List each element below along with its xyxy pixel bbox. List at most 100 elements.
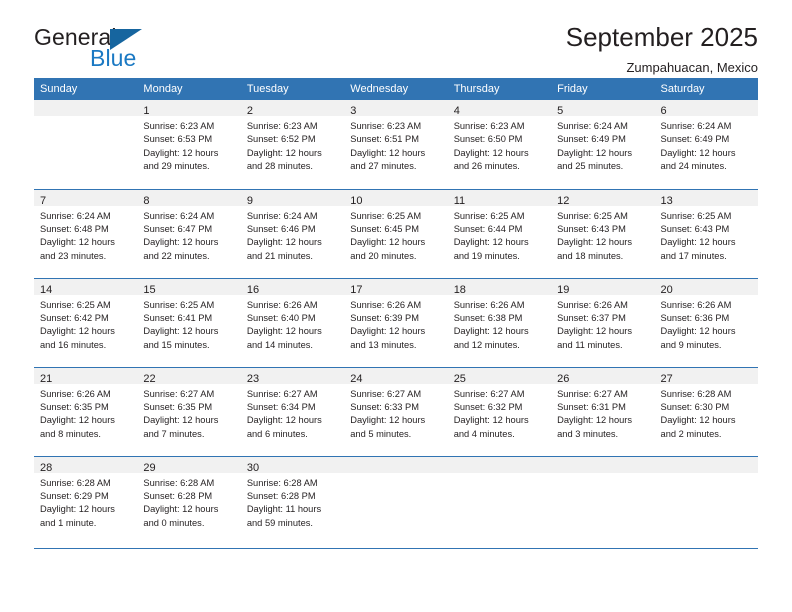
daylight-text-line2: and 28 minutes. bbox=[246, 161, 313, 172]
daylight-text-line2: and 14 minutes. bbox=[246, 339, 313, 350]
day-cell[interactable]: 14 Sunrise: 6:25 AM Sunset: 6:42 PM Dayligh… bbox=[34, 278, 138, 368]
day-cell-content: 30 Sunrise: 6:28 AM Sunset: 6:28 PM Dayligh… bbox=[240, 456, 345, 548]
sunrise-text: Sunrise: 6:24 AM bbox=[246, 210, 318, 221]
daylight-text-line1: Daylight: 12 hours bbox=[453, 326, 529, 337]
day-cell[interactable]: 23 Sunrise: 6:27 AM Sunset: 6:34 PM Dayligh… bbox=[240, 367, 345, 457]
weekday-header-wednesday: Wednesday bbox=[344, 78, 448, 100]
day-cell[interactable]: 20 Sunrise: 6:26 AM Sunset: 6:36 PM Dayligh… bbox=[654, 278, 758, 368]
sunset-text: Sunset: 6:37 PM bbox=[557, 312, 626, 323]
day-number: 19 bbox=[557, 283, 570, 296]
day-cell-content: 14 Sunrise: 6:25 AM Sunset: 6:42 PM Dayligh… bbox=[34, 278, 138, 367]
day-cell-content: 10 Sunrise: 6:25 AM Sunset: 6:45 PM Dayligh… bbox=[344, 189, 448, 278]
day-cell[interactable]: 1 Sunrise: 6:23 AM Sunset: 6:53 PM Daylight… bbox=[137, 100, 241, 190]
day-cell[interactable]: 10 Sunrise: 6:25 AM Sunset: 6:45 PM Dayligh… bbox=[344, 189, 448, 279]
daylight-text-line1: Daylight: 12 hours bbox=[557, 147, 633, 158]
daylight-text-line1: Daylight: 12 hours bbox=[350, 147, 426, 158]
sunrise-text: Sunrise: 6:28 AM bbox=[246, 477, 318, 488]
day-details: Sunrise: 6:27 AM Sunset: 6:33 PM Daylight:… bbox=[344, 384, 447, 442]
week-row: 14 Sunrise: 6:25 AM Sunset: 6:42 PM Dayligh… bbox=[34, 278, 758, 368]
day-details: Sunrise: 6:25 AM Sunset: 6:41 PM Daylight:… bbox=[137, 295, 240, 353]
day-cell[interactable]: 22 Sunrise: 6:27 AM Sunset: 6:35 PM Dayligh… bbox=[137, 367, 241, 457]
day-cell[interactable]: 3 Sunrise: 6:23 AM Sunset: 6:51 PM Daylight… bbox=[344, 100, 448, 190]
day-number-strip bbox=[34, 100, 138, 116]
daylight-text-line2: and 12 minutes. bbox=[453, 339, 520, 350]
day-cell[interactable]: 2 Sunrise: 6:23 AM Sunset: 6:52 PM Daylight… bbox=[240, 100, 345, 190]
day-cell-empty bbox=[34, 100, 138, 190]
day-cell[interactable]: 19 Sunrise: 6:26 AM Sunset: 6:37 PM Dayligh… bbox=[551, 278, 655, 368]
day-cell-content: 6 Sunrise: 6:24 AM Sunset: 6:49 PM Daylight… bbox=[654, 100, 758, 189]
sunset-text: Sunset: 6:50 PM bbox=[453, 134, 523, 145]
day-cell[interactable]: 13 Sunrise: 6:25 AM Sunset: 6:43 PM Dayligh… bbox=[654, 189, 758, 279]
day-cell-content: 26 Sunrise: 6:27 AM Sunset: 6:31 PM Dayligh… bbox=[551, 367, 655, 456]
day-cell-content bbox=[34, 100, 138, 189]
day-number: 30 bbox=[246, 461, 260, 474]
daylight-text-line2: and 17 minutes. bbox=[660, 250, 727, 261]
day-cell[interactable]: 7 Sunrise: 6:24 AM Sunset: 6:48 PM Daylight… bbox=[34, 189, 138, 279]
sunrise-text: Sunrise: 6:25 AM bbox=[660, 210, 732, 221]
day-cell-content: 27 Sunrise: 6:28 AM Sunset: 6:30 PM Dayligh… bbox=[654, 367, 758, 456]
week-row: 28 Sunrise: 6:28 AM Sunset: 6:29 PM Dayligh… bbox=[34, 456, 758, 549]
day-cell[interactable]: 27 Sunrise: 6:28 AM Sunset: 6:30 PM Dayligh… bbox=[654, 367, 758, 457]
day-number: 8 bbox=[143, 194, 150, 207]
day-number: 20 bbox=[660, 283, 673, 296]
week-row: 1 Sunrise: 6:23 AM Sunset: 6:53 PM Daylight… bbox=[34, 100, 758, 190]
daylight-text-line1: Daylight: 12 hours bbox=[660, 326, 736, 337]
daylight-text-line1: Daylight: 12 hours bbox=[660, 237, 736, 248]
day-cell[interactable]: 28 Sunrise: 6:28 AM Sunset: 6:29 PM Dayligh… bbox=[34, 456, 138, 549]
day-cell-content: 15 Sunrise: 6:25 AM Sunset: 6:41 PM Dayligh… bbox=[137, 278, 241, 367]
day-cell[interactable]: 21 Sunrise: 6:26 AM Sunset: 6:35 PM Dayligh… bbox=[34, 367, 138, 457]
day-number-strip: 12 bbox=[551, 189, 655, 207]
sunrise-text: Sunrise: 6:25 AM bbox=[453, 210, 525, 221]
sunrise-text: Sunrise: 6:23 AM bbox=[246, 121, 318, 131]
day-cell[interactable]: 6 Sunrise: 6:24 AM Sunset: 6:49 PM Daylight… bbox=[654, 100, 758, 190]
day-cell[interactable]: 8 Sunrise: 6:24 AM Sunset: 6:47 PM Daylight… bbox=[137, 189, 241, 279]
general-blue-logo[interactable]: General Blue bbox=[34, 26, 184, 72]
day-number: 12 bbox=[557, 194, 570, 207]
day-number-strip: 8 bbox=[137, 189, 241, 207]
sunset-text: Sunset: 6:40 PM bbox=[246, 312, 316, 323]
sunset-text: Sunset: 6:42 PM bbox=[40, 312, 109, 323]
daylight-text-line1: Daylight: 12 hours bbox=[453, 147, 529, 158]
day-cell[interactable]: 16 Sunrise: 6:26 AM Sunset: 6:40 PM Dayligh… bbox=[240, 278, 345, 368]
day-cell[interactable]: 24 Sunrise: 6:27 AM Sunset: 6:33 PM Dayligh… bbox=[344, 367, 448, 457]
sunrise-text: Sunrise: 6:27 AM bbox=[246, 388, 318, 399]
day-number-strip: 17 bbox=[344, 278, 448, 296]
daylight-text-line2: and 26 minutes. bbox=[453, 161, 520, 172]
day-details: Sunrise: 6:24 AM Sunset: 6:49 PM Daylight:… bbox=[551, 116, 654, 174]
sunset-text: Sunset: 6:49 PM bbox=[557, 134, 626, 145]
day-number-strip bbox=[344, 456, 448, 473]
day-cell[interactable]: 12 Sunrise: 6:25 AM Sunset: 6:43 PM Dayligh… bbox=[551, 189, 655, 279]
day-cell[interactable]: 9 Sunrise: 6:24 AM Sunset: 6:46 PM Daylight… bbox=[240, 189, 345, 279]
day-details: Sunrise: 6:24 AM Sunset: 6:48 PM Daylight:… bbox=[34, 206, 137, 264]
day-cell-content: 28 Sunrise: 6:28 AM Sunset: 6:29 PM Dayligh… bbox=[34, 456, 138, 548]
day-number: 6 bbox=[660, 105, 667, 117]
day-cell[interactable]: 26 Sunrise: 6:27 AM Sunset: 6:31 PM Dayligh… bbox=[551, 367, 655, 457]
sunrise-text: Sunrise: 6:25 AM bbox=[350, 210, 422, 221]
sunset-text: Sunset: 6:43 PM bbox=[557, 223, 626, 234]
sunset-text: Sunset: 6:28 PM bbox=[143, 490, 213, 501]
day-cell[interactable]: 11 Sunrise: 6:25 AM Sunset: 6:44 PM Dayligh… bbox=[447, 189, 552, 279]
day-number: 1 bbox=[143, 105, 150, 117]
daylight-text-line2: and 11 minutes. bbox=[557, 339, 623, 350]
daylight-text-line2: and 1 minute. bbox=[40, 517, 97, 528]
daylight-text-line2: and 24 minutes. bbox=[660, 161, 727, 172]
daylight-text-line2: and 3 minutes. bbox=[557, 428, 619, 439]
day-cell[interactable]: 5 Sunrise: 6:24 AM Sunset: 6:49 PM Daylight… bbox=[551, 100, 655, 190]
day-cell[interactable]: 29 Sunrise: 6:28 AM Sunset: 6:28 PM Dayligh… bbox=[137, 456, 241, 549]
day-number-strip: 5 bbox=[551, 100, 655, 117]
day-number: 4 bbox=[453, 105, 460, 117]
day-cell[interactable]: 30 Sunrise: 6:28 AM Sunset: 6:28 PM Dayligh… bbox=[240, 456, 345, 549]
day-number-strip: 16 bbox=[240, 278, 345, 296]
day-cell[interactable]: 18 Sunrise: 6:26 AM Sunset: 6:38 PM Dayligh… bbox=[447, 278, 552, 368]
daylight-text-line2: and 21 minutes. bbox=[246, 250, 313, 261]
day-cell[interactable]: 15 Sunrise: 6:25 AM Sunset: 6:41 PM Dayligh… bbox=[137, 278, 241, 368]
day-cell[interactable]: 4 Sunrise: 6:23 AM Sunset: 6:50 PM Daylight… bbox=[447, 100, 552, 190]
day-cell[interactable]: 17 Sunrise: 6:26 AM Sunset: 6:39 PM Dayligh… bbox=[344, 278, 448, 368]
day-cell[interactable]: 25 Sunrise: 6:27 AM Sunset: 6:32 PM Dayligh… bbox=[447, 367, 552, 457]
daylight-text-line1: Daylight: 12 hours bbox=[350, 237, 426, 248]
sunset-text: Sunset: 6:38 PM bbox=[453, 312, 523, 323]
daylight-text-line1: Daylight: 12 hours bbox=[557, 415, 633, 426]
day-cell-content bbox=[344, 456, 448, 548]
day-number-strip: 30 bbox=[240, 456, 345, 474]
sunset-text: Sunset: 6:30 PM bbox=[660, 401, 730, 412]
